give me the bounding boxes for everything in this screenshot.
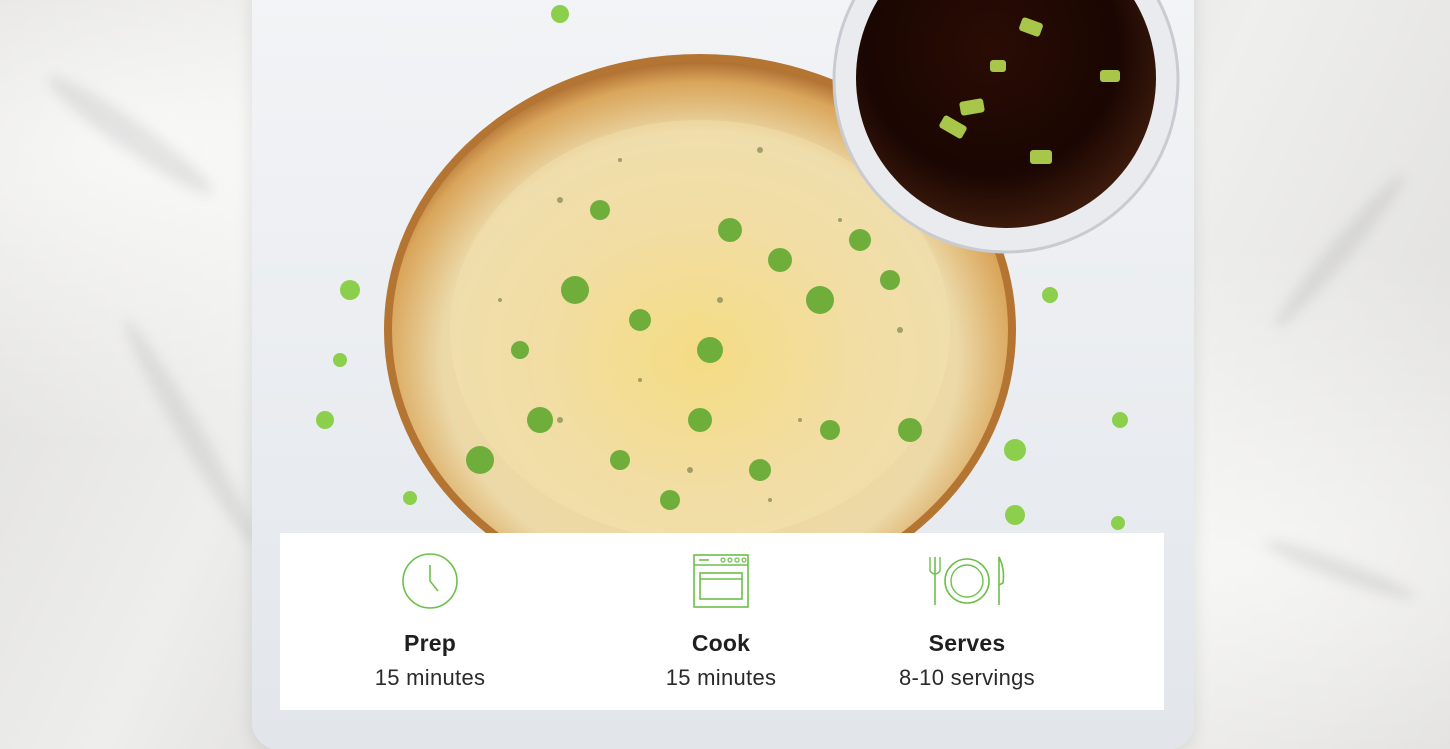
- prep-label: Prep: [404, 630, 456, 656]
- serves-info: Serves 8-10 servings: [857, 533, 1077, 710]
- cook-label: Cook: [691, 630, 751, 656]
- recipe-hero: Prep 15 minutes Cook 15 minutes Serves 8…: [0, 0, 1450, 749]
- clock-icon: [400, 551, 460, 611]
- cook-time: 15 minutes: [665, 665, 777, 690]
- cook-info: Cook 15 minutes: [611, 533, 831, 710]
- prep-info: Prep 15 minutes: [320, 533, 540, 710]
- serves-label: Serves: [928, 630, 1006, 656]
- oven-icon: [691, 551, 751, 611]
- prep-time: 15 minutes: [374, 665, 486, 690]
- recipe-info-card: Prep 15 minutes Cook 15 minutes Serves 8…: [280, 533, 1164, 710]
- plate-cutlery-icon: [919, 551, 1015, 611]
- serving-count: 8-10 servings: [899, 665, 1035, 690]
